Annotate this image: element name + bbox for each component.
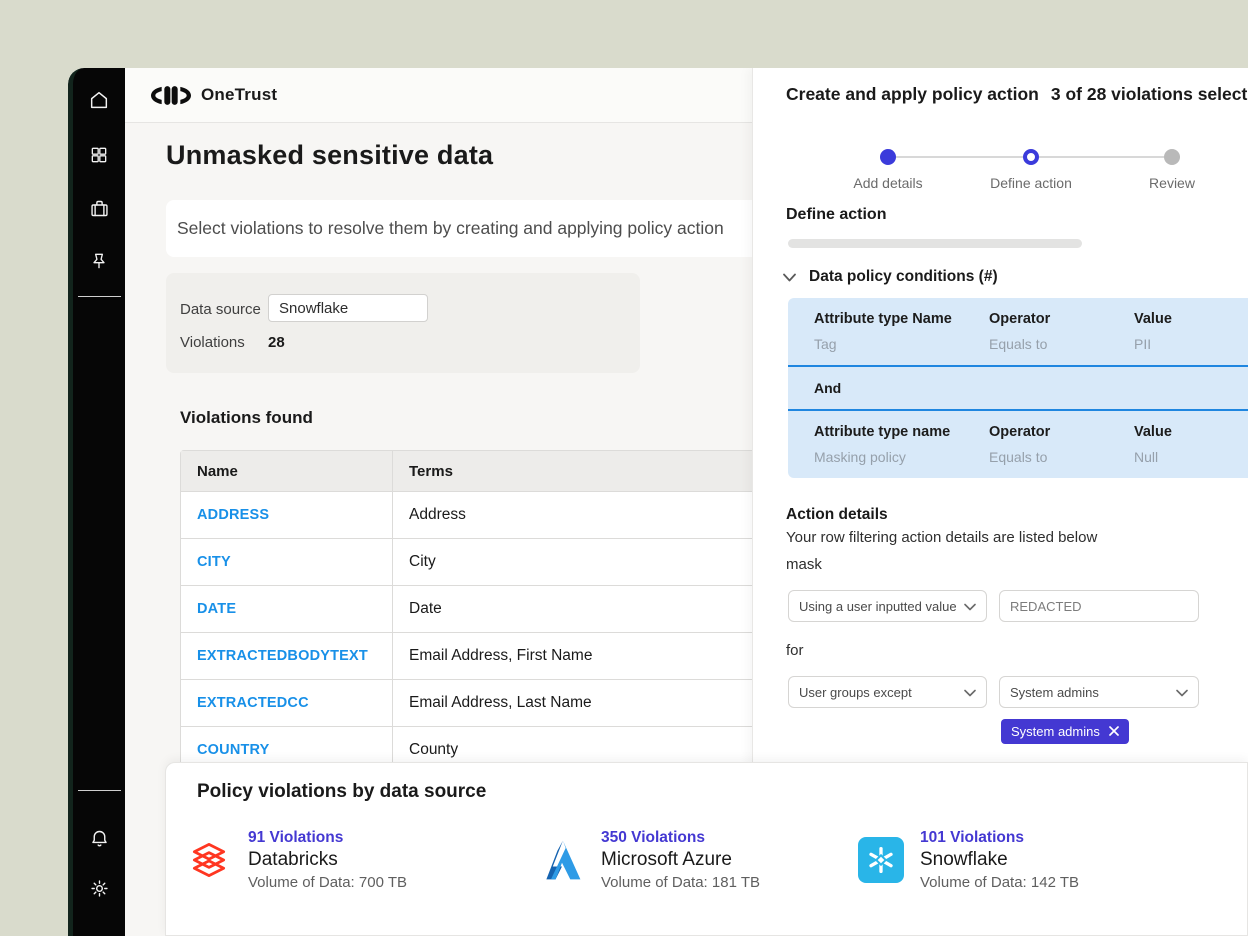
chip-remove-icon[interactable] — [1109, 724, 1119, 739]
mask-method-value: Using a user inputted value — [799, 599, 964, 614]
mask-label: mask — [786, 556, 822, 573]
action-details-subtext: Your row filtering action details are li… — [786, 529, 1097, 546]
panel-title-text: Create and apply policy action — [786, 84, 1039, 104]
violation-name-link[interactable]: EXTRACTEDCC — [197, 695, 309, 711]
violation-name-link[interactable]: COUNTRY — [197, 742, 270, 758]
condition-header: Attribute type name — [814, 424, 989, 440]
for-value-text: System admins — [1010, 685, 1176, 700]
data-source-entry: 101 Violations Snowflake Volume of Data:… — [858, 829, 1079, 891]
briefcase-icon[interactable] — [87, 196, 111, 220]
step-dot-add-details[interactable] — [880, 149, 896, 165]
condition-value: Equals to — [989, 449, 1134, 465]
chevron-down-icon[interactable] — [783, 269, 796, 285]
panel-title: Create and apply policy action 3 of 28 vi… — [786, 84, 1248, 105]
violations-count-link[interactable]: 91 Violations — [248, 829, 407, 847]
chip-label: System admins — [1011, 724, 1100, 739]
condition-row: Attribute type name Operator Value Maski… — [788, 411, 1248, 478]
sidebar-divider — [78, 790, 121, 791]
violations-table-heading: Violations found — [180, 408, 313, 428]
condition-header: Operator — [989, 311, 1134, 327]
condition-value: Null — [1134, 449, 1248, 465]
snowflake-icon — [858, 837, 904, 883]
info-banner: Select violations to resolve them by cre… — [166, 200, 814, 257]
page-title: Unmasked sensitive data — [166, 140, 493, 171]
violations-count: 28 — [268, 334, 285, 351]
policy-violations-card: Policy violations by data source 91 Viol… — [165, 762, 1248, 936]
chevron-down-icon — [964, 685, 976, 700]
for-method-select[interactable]: User groups except — [788, 676, 987, 708]
gear-icon[interactable] — [87, 876, 111, 900]
conditions-collapse-toggle[interactable]: Data policy conditions (#) — [783, 268, 998, 286]
for-value-select[interactable]: System admins — [999, 676, 1199, 708]
onetrust-logo-icon — [151, 86, 191, 105]
violations-label: Violations — [180, 334, 245, 351]
data-source-label: Data source — [180, 301, 261, 318]
selection-count: 3 of 28 violations selected — [1051, 84, 1248, 104]
databricks-icon — [186, 837, 232, 883]
azure-icon — [539, 837, 585, 883]
step-dot-review[interactable] — [1164, 149, 1180, 165]
condition-value: Equals to — [989, 336, 1134, 352]
define-action-heading: Define action — [786, 206, 886, 224]
conditions-box: Attribute type Name Operator Value Tag E… — [788, 298, 1248, 478]
data-source-entry: 350 Violations Microsoft Azure Volume of… — [539, 829, 760, 891]
condition-header: Operator — [989, 424, 1134, 440]
action-details-heading: Action details — [786, 506, 888, 524]
condition-row: Attribute type Name Operator Value Tag E… — [788, 298, 1248, 365]
step-dot-define-action[interactable] — [1023, 149, 1039, 165]
stepper-line — [1039, 156, 1164, 158]
step-label: Define action — [961, 175, 1101, 191]
source-name: Snowflake — [920, 849, 1079, 871]
stepper-line — [896, 156, 1023, 158]
condition-header: Attribute type Name — [814, 311, 989, 327]
mask-method-select[interactable]: Using a user inputted value — [788, 590, 987, 622]
violation-name-link[interactable]: EXTRACTEDBODYTEXT — [197, 648, 368, 664]
selected-group-chip[interactable]: System admins — [1001, 719, 1129, 744]
policy-violations-heading: Policy violations by data source — [197, 781, 486, 803]
chevron-down-icon — [1176, 685, 1188, 700]
step-label: Add details — [818, 175, 958, 191]
bell-icon[interactable] — [87, 826, 111, 850]
progress-placeholder-bar — [788, 239, 1082, 248]
data-source-input[interactable] — [268, 294, 428, 322]
pin-icon[interactable] — [87, 249, 111, 273]
violations-count-link[interactable]: 101 Violations — [920, 829, 1079, 847]
column-header-name: Name — [181, 451, 393, 491]
app-window: OneTrust Unmasked sensitive data Select … — [68, 68, 1248, 936]
violation-name-link[interactable]: CITY — [197, 554, 231, 570]
condition-connector: And — [788, 367, 1248, 409]
source-volume: Volume of Data: 700 TB — [248, 874, 407, 891]
nav-sidebar — [68, 68, 125, 936]
for-label: for — [786, 642, 804, 659]
home-icon[interactable] — [87, 88, 111, 112]
violation-name-link[interactable]: DATE — [197, 601, 236, 617]
source-name: Databricks — [248, 849, 407, 871]
step-label: Review — [1102, 175, 1242, 191]
data-source-entry: 91 Violations Databricks Volume of Data:… — [186, 829, 407, 891]
brand-name: OneTrust — [201, 85, 277, 105]
condition-value: Tag — [814, 336, 989, 352]
condition-value: PII — [1134, 336, 1248, 352]
condition-value: Masking policy — [814, 449, 989, 465]
summary-box: Data source Violations 28 — [166, 273, 640, 373]
violations-count-link[interactable]: 350 Violations — [601, 829, 760, 847]
source-volume: Volume of Data: 142 TB — [920, 874, 1079, 891]
condition-header: Value — [1134, 424, 1248, 440]
source-volume: Volume of Data: 181 TB — [601, 874, 760, 891]
chevron-down-icon — [964, 599, 976, 614]
apps-grid-icon[interactable] — [87, 143, 111, 167]
violation-name-link[interactable]: ADDRESS — [197, 507, 269, 523]
sidebar-divider — [78, 296, 121, 297]
condition-header: Value — [1134, 311, 1248, 327]
mask-value-input[interactable] — [999, 590, 1199, 622]
source-name: Microsoft Azure — [601, 849, 760, 871]
for-method-value: User groups except — [799, 685, 964, 700]
conditions-heading: Data policy conditions (#) — [809, 268, 998, 286]
